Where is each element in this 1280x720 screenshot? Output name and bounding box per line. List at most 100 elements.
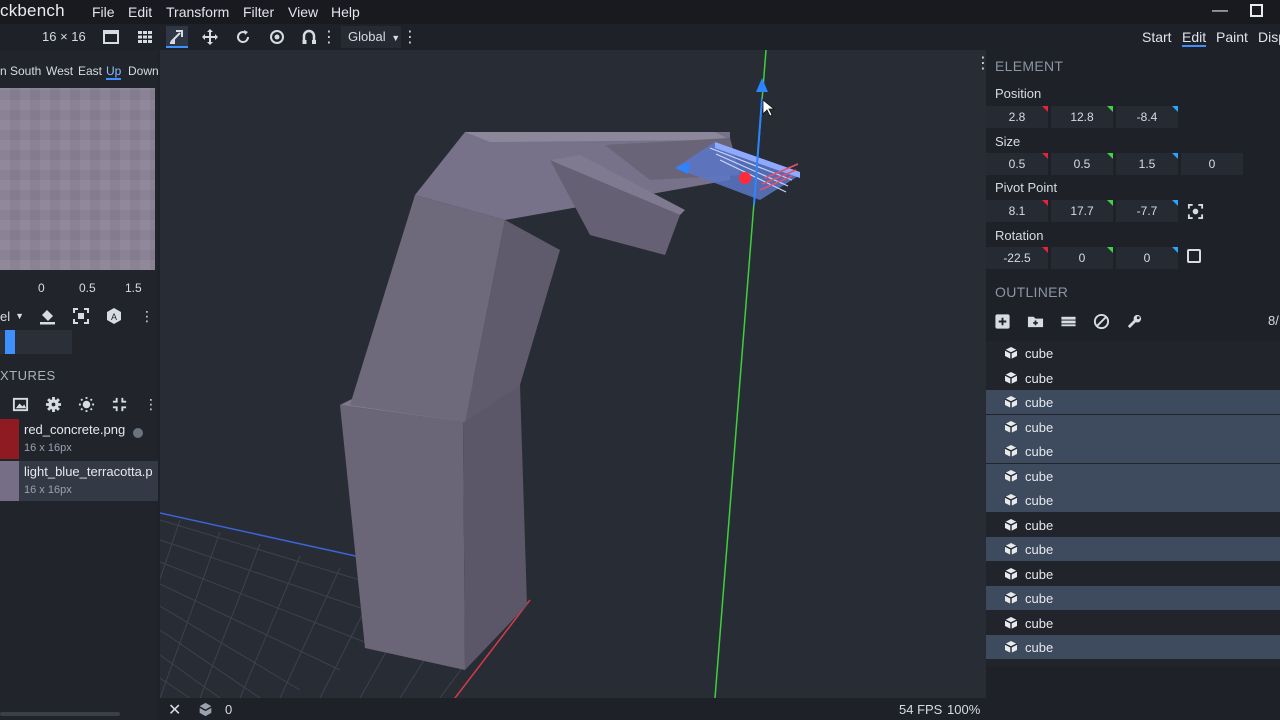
face-tab-down[interactable]: Down: [128, 64, 159, 78]
3d-viewport[interactable]: ⋮: [160, 50, 986, 698]
outliner-panel-title: OUTLINER: [995, 284, 1069, 300]
uv-value-1[interactable]: 0: [38, 281, 45, 295]
center-pivot-icon[interactable]: [1186, 202, 1204, 220]
texture-item[interactable]: red_concrete.png 16 x 16px: [0, 419, 158, 459]
outliner-item[interactable]: cube: [986, 390, 1280, 414]
viewport-canvas[interactable]: ⋮: [160, 50, 986, 698]
texture-thumbnail: [0, 419, 19, 459]
outliner-item[interactable]: cube: [986, 488, 1280, 512]
x-marker: [1042, 106, 1048, 112]
compress-icon[interactable]: [109, 394, 129, 414]
pivot-y-input[interactable]: 17.7: [1051, 200, 1113, 222]
position-x-value: 2.8: [1008, 110, 1026, 124]
cube-icon: [1004, 616, 1018, 629]
position-z-input[interactable]: -8.4: [1116, 106, 1178, 128]
pivot-z-input[interactable]: -7.7: [1116, 200, 1178, 222]
tab-edit[interactable]: Edit: [1182, 29, 1207, 47]
toolbar-more-icon[interactable]: ⋮: [321, 26, 337, 48]
gear-icon[interactable]: [43, 394, 63, 414]
outliner-item[interactable]: cube: [986, 513, 1280, 537]
menu-edit[interactable]: Edit: [128, 4, 152, 20]
vertex-snap-icon[interactable]: [299, 26, 321, 48]
outliner-item[interactable]: cube: [986, 463, 1280, 488]
outliner-item[interactable]: cube: [986, 414, 1280, 439]
rotation-x-input[interactable]: -22.5: [986, 247, 1048, 269]
tab-start[interactable]: Start: [1142, 29, 1172, 45]
menu-transform[interactable]: Transform: [166, 4, 229, 20]
uv-window-icon[interactable]: [100, 26, 122, 48]
toggle-visibility-icon[interactable]: [1090, 310, 1112, 332]
face-tab-up[interactable]: Up: [106, 64, 122, 80]
slider-thumb[interactable]: [5, 330, 15, 354]
rotate-icon[interactable]: [232, 26, 254, 48]
size-x-input[interactable]: 0.5: [986, 153, 1048, 175]
transform-space-select[interactable]: Global ▼: [341, 26, 401, 48]
auto-uv-icon[interactable]: A: [104, 306, 124, 326]
grid-icon[interactable]: [134, 26, 156, 48]
outliner-item[interactable]: cube: [986, 537, 1280, 561]
menu-file[interactable]: File: [92, 4, 115, 20]
outliner-item[interactable]: cube: [986, 586, 1280, 610]
tab-paint[interactable]: Paint: [1216, 29, 1248, 45]
size-x-value: 0.5: [1008, 157, 1026, 171]
face-tab-east[interactable]: East: [78, 64, 102, 78]
size-z-input[interactable]: 1.5: [1116, 153, 1178, 175]
size-z-value: 1.5: [1138, 157, 1156, 171]
inflate-input[interactable]: 0: [1181, 153, 1243, 175]
uv-value-3[interactable]: 1.5: [125, 281, 142, 295]
close-icon[interactable]: ✕: [168, 700, 181, 720]
maximize-button[interactable]: [1250, 4, 1263, 17]
texture-item-selected[interactable]: light_blue_terracotta.p 16 x 16px: [0, 461, 158, 501]
menu-help[interactable]: Help: [331, 4, 360, 20]
menu-filter[interactable]: Filter: [243, 4, 274, 20]
left-scrollbar[interactable]: [0, 712, 120, 716]
textures-more-icon[interactable]: ⋮: [144, 394, 158, 414]
outliner-item[interactable]: cube: [986, 611, 1280, 635]
menu-view[interactable]: View: [288, 4, 318, 20]
toolbar-more-icon-2[interactable]: ⋮: [402, 26, 418, 48]
move-arrows-icon[interactable]: [199, 26, 221, 48]
face-tab-south[interactable]: South: [10, 64, 41, 78]
uv-more-icon[interactable]: ⋮: [140, 306, 154, 326]
outliner-item[interactable]: cube: [986, 439, 1280, 463]
outliner-item[interactable]: cube: [986, 635, 1280, 659]
pivot-tool-icon[interactable]: [266, 26, 288, 48]
right-panel: ELEMENT Position 2.8 12.8 -8.4 Size 0.5 …: [986, 50, 1280, 720]
move-tool-icon[interactable]: [166, 26, 188, 48]
collapse-all-icon[interactable]: [1057, 310, 1079, 332]
uv-value-2[interactable]: 0.5: [79, 281, 96, 295]
cube-icon: [1004, 420, 1018, 433]
outliner-item[interactable]: cube: [986, 562, 1280, 586]
maximize-uv-icon[interactable]: [71, 306, 91, 326]
uv-mode-label: el: [0, 308, 11, 324]
outliner-item[interactable]: cube: [986, 366, 1280, 390]
add-cube-icon[interactable]: [991, 310, 1013, 332]
face-tab-west[interactable]: West: [46, 64, 73, 78]
outliner-item-label: cube: [1025, 615, 1054, 631]
sun-icon[interactable]: [76, 394, 96, 414]
tab-display[interactable]: Disp: [1258, 29, 1280, 45]
minimize-button[interactable]: —: [1212, 2, 1228, 20]
wrench-icon[interactable]: [1123, 310, 1145, 332]
face-tab-north[interactable]: n: [0, 64, 7, 78]
paint-bucket-icon[interactable]: [37, 306, 57, 326]
chevron-down-icon: ▼: [15, 311, 25, 321]
cube-icon: [1004, 494, 1018, 506]
size-y-input[interactable]: 0.5: [1051, 153, 1113, 175]
outliner-item[interactable]: cube: [986, 341, 1280, 365]
texture-thumbnail: [0, 461, 19, 501]
pivot-x-input[interactable]: 8.1: [986, 200, 1048, 222]
rotation-z-input[interactable]: 0: [1116, 247, 1178, 269]
inflate-value: 0: [1208, 157, 1216, 171]
element-panel-title: ELEMENT: [995, 58, 1064, 74]
rotation-y-input[interactable]: 0: [1051, 247, 1113, 269]
uv-mode-select[interactable]: el ▼: [0, 306, 26, 326]
outliner-list[interactable]: cube cube cube cube cube cube cube cube cube cube…: [986, 341, 1280, 666]
rescale-checkbox[interactable]: [1187, 249, 1201, 263]
position-x-input[interactable]: 2.8: [986, 106, 1048, 128]
transform-space-value: Global: [348, 29, 386, 44]
position-y-input[interactable]: 12.8: [1051, 106, 1113, 128]
uv-preview[interactable]: [0, 88, 155, 270]
add-group-icon[interactable]: [1024, 310, 1046, 332]
import-texture-icon[interactable]: [10, 394, 30, 414]
